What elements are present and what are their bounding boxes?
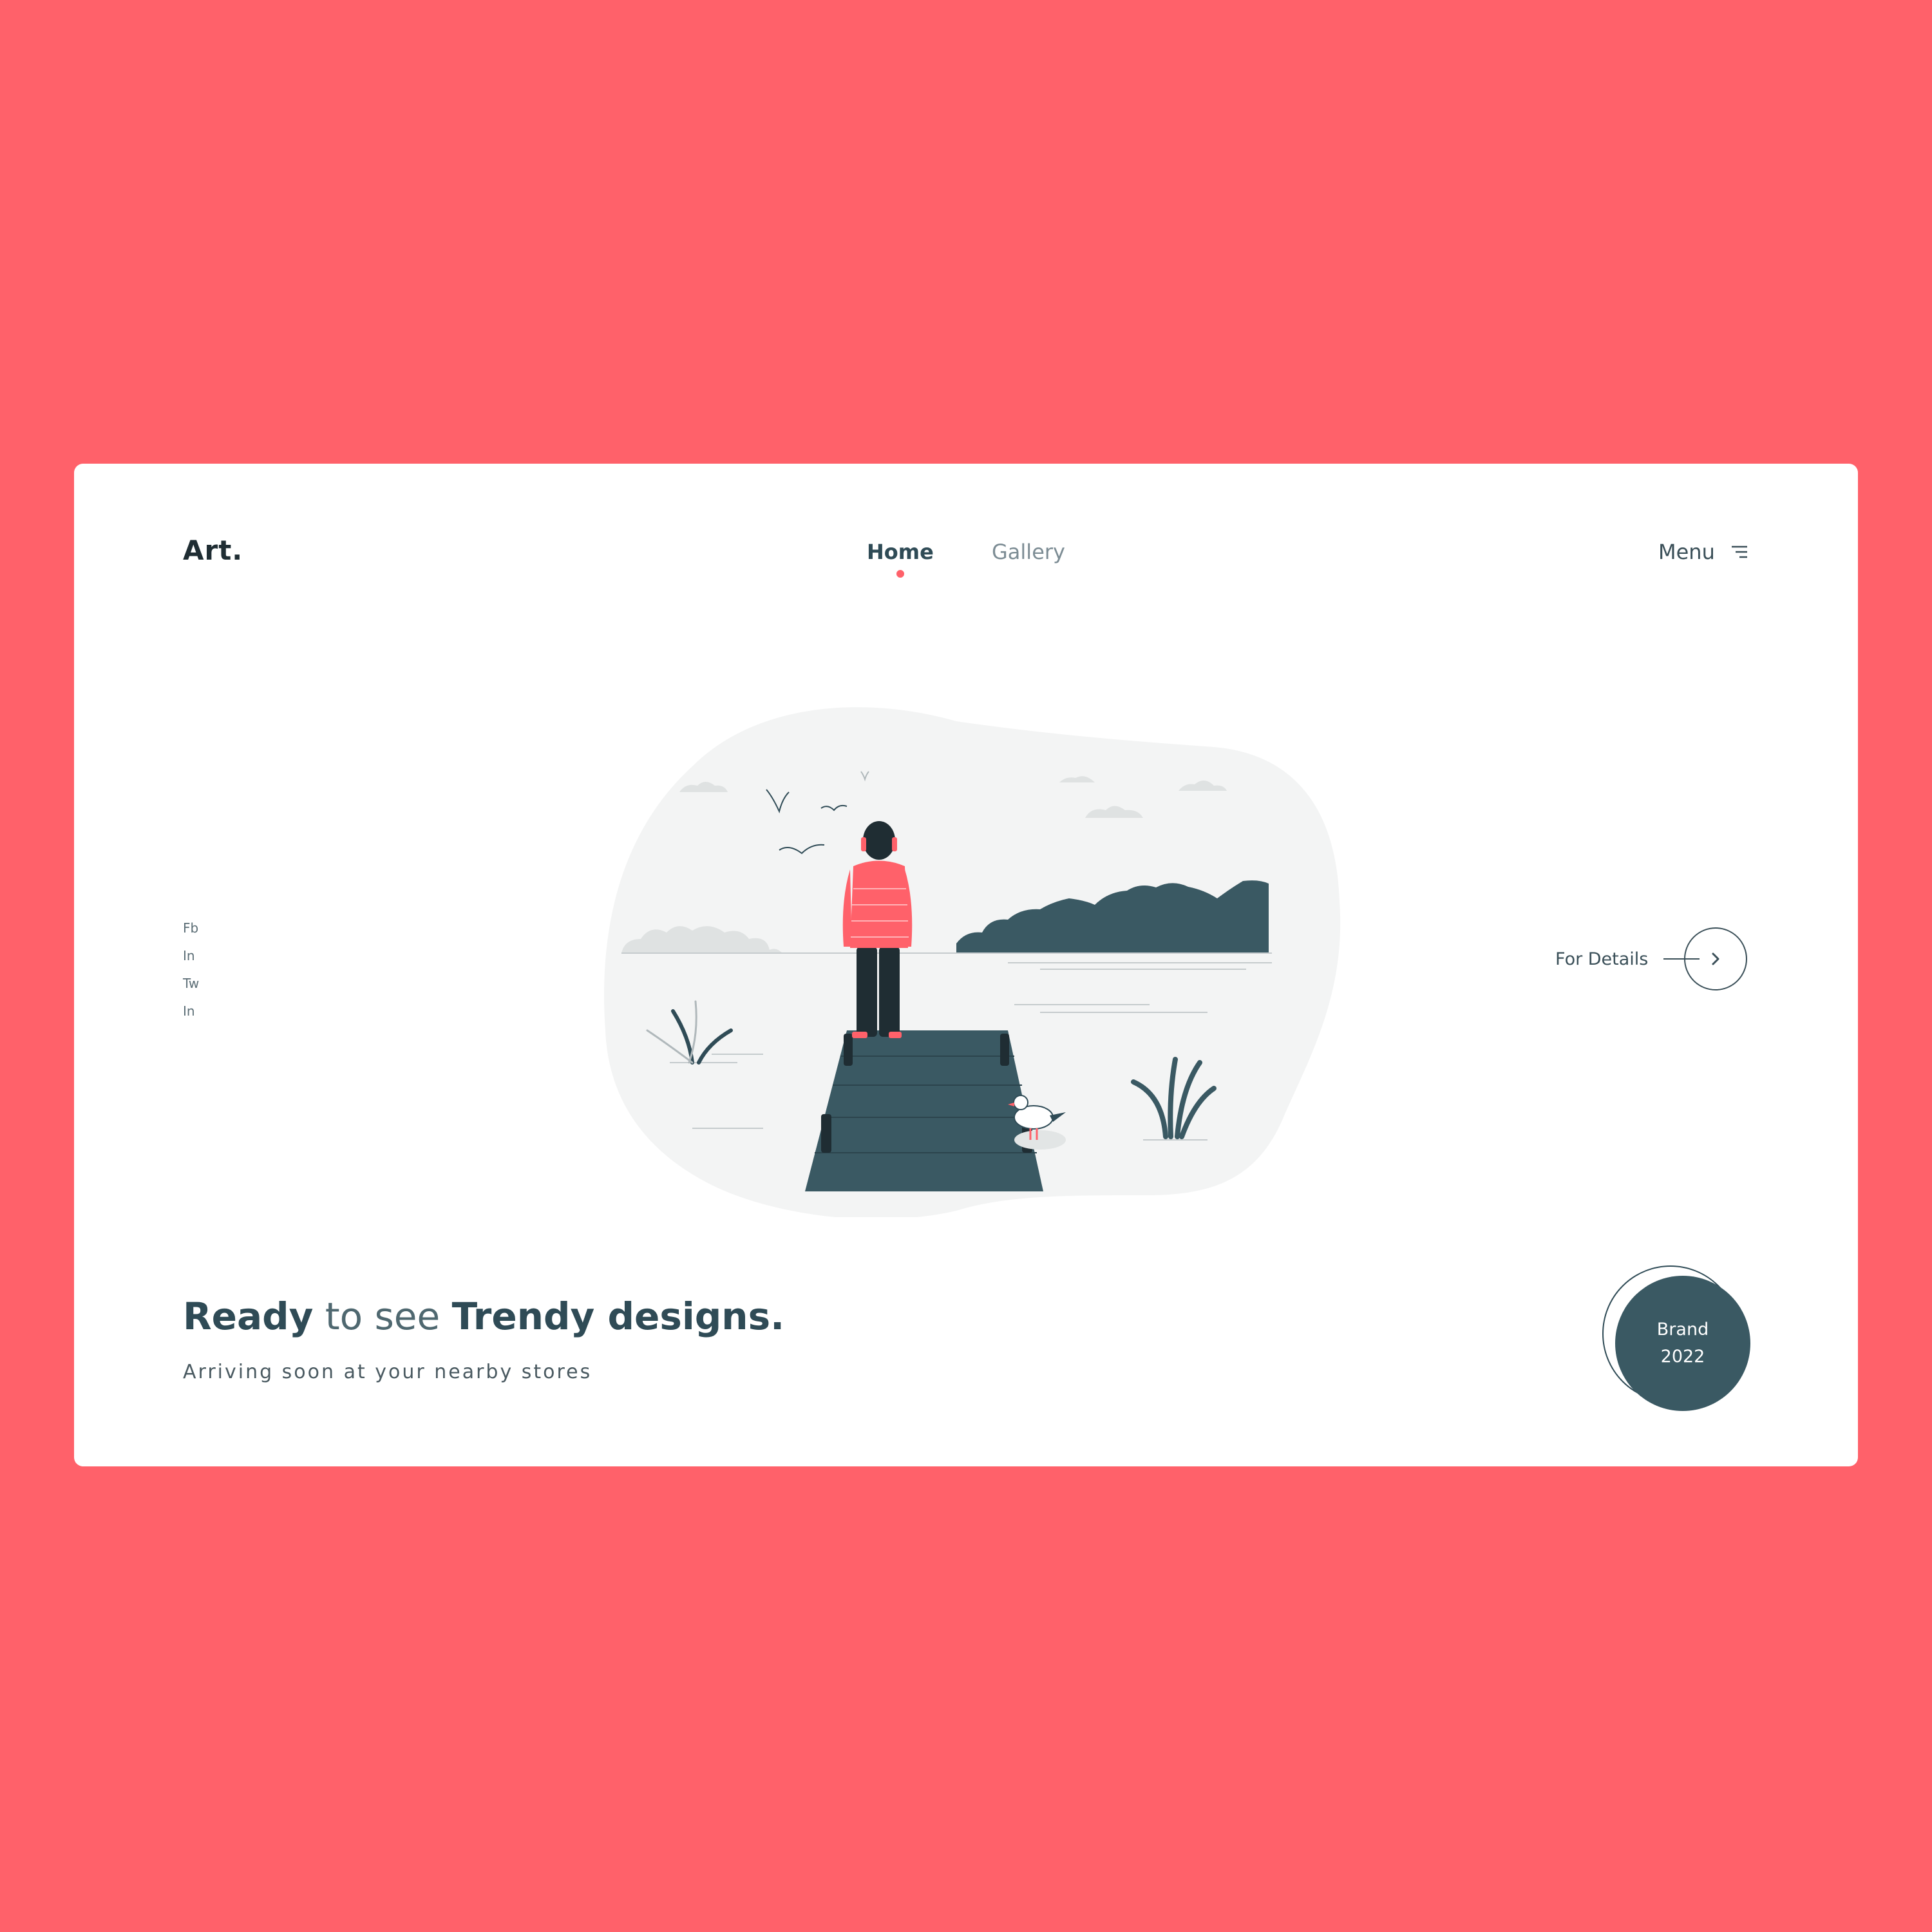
social-link-instagram[interactable]: In [183,942,199,970]
social-link-facebook[interactable]: Fb [183,914,199,942]
badge-year-label: 2022 [1660,1347,1705,1367]
social-link-linkedin[interactable]: In [183,998,199,1025]
nav-gallery[interactable]: Gallery [992,540,1065,564]
logo[interactable]: Art. [183,535,243,566]
nav-home[interactable]: Home [867,540,934,564]
chevron-right-icon [1712,952,1719,965]
headline-part-2: to see [313,1294,452,1338]
for-details-button[interactable]: For Details [1555,927,1748,990]
for-details-label: For Details [1555,949,1649,969]
main-card: Art. Home Gallery Menu Fb In Tw In For D… [74,464,1858,1466]
hero-subline: Arriving soon at your nearby stores [183,1361,592,1383]
hamburger-menu-icon [1731,545,1747,558]
badge-brand-label: Brand [1656,1320,1709,1340]
social-link-twitter[interactable]: Tw [183,970,199,998]
headline-part-3: Trendy designs. [451,1294,785,1338]
details-arrow-circle[interactable] [1684,927,1748,990]
brand-badge[interactable]: Brand 2022 [1615,1276,1750,1411]
menu-label: Menu [1658,540,1715,564]
hero-headline: Ready to see Trendy designs. [183,1294,784,1338]
menu-button[interactable]: Menu [1658,540,1748,564]
active-nav-indicator [896,570,904,578]
social-links: Fb In Tw In [183,914,199,1025]
headline-part-1: Ready [183,1294,314,1338]
hero-illustration [604,707,1341,1217]
